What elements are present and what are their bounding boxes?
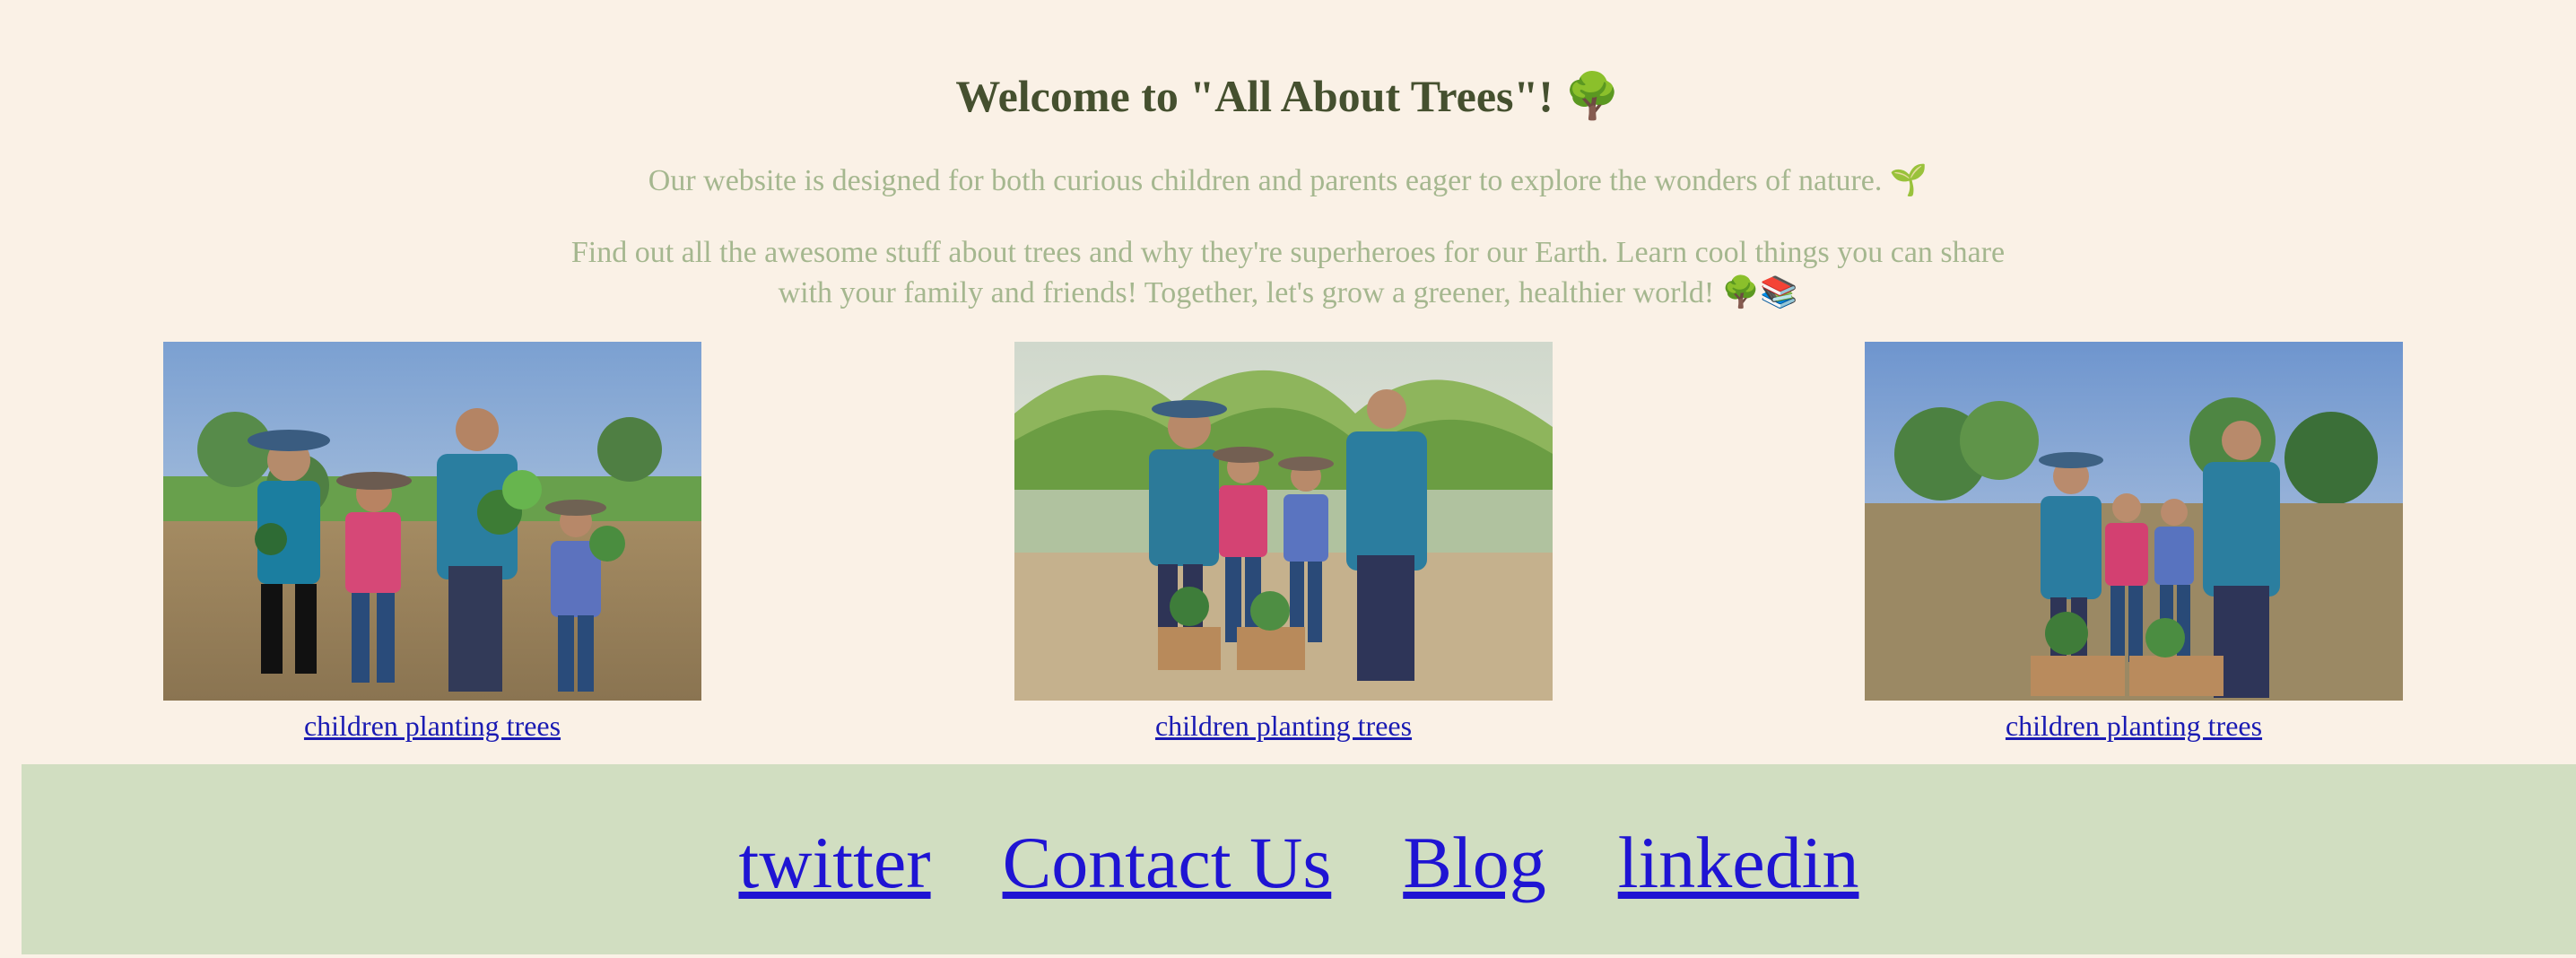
image-caption-link[interactable]: children planting trees	[163, 708, 701, 744]
image-caption-link[interactable]: children planting trees	[1014, 708, 1553, 744]
footer-link-linkedin[interactable]: linkedin	[1618, 820, 1859, 906]
planting-photo-3	[1865, 342, 2403, 701]
image-caption-link[interactable]: children planting trees	[1865, 708, 2403, 744]
footer-link-twitter[interactable]: twitter	[739, 820, 931, 906]
planting-photo-2	[1014, 342, 1553, 701]
planting-photo-1	[163, 342, 701, 701]
footer-link-blog[interactable]: Blog	[1403, 820, 1545, 906]
gallery-card-3: children planting trees	[1865, 342, 2403, 744]
footer-links: twitter Contact Us Blog linkedin	[22, 764, 2576, 954]
footer-link-contact-us[interactable]: Contact Us	[1003, 820, 1332, 906]
gallery-card-2: children planting trees	[1014, 342, 1553, 744]
gallery-card-1: children planting trees	[163, 342, 701, 744]
